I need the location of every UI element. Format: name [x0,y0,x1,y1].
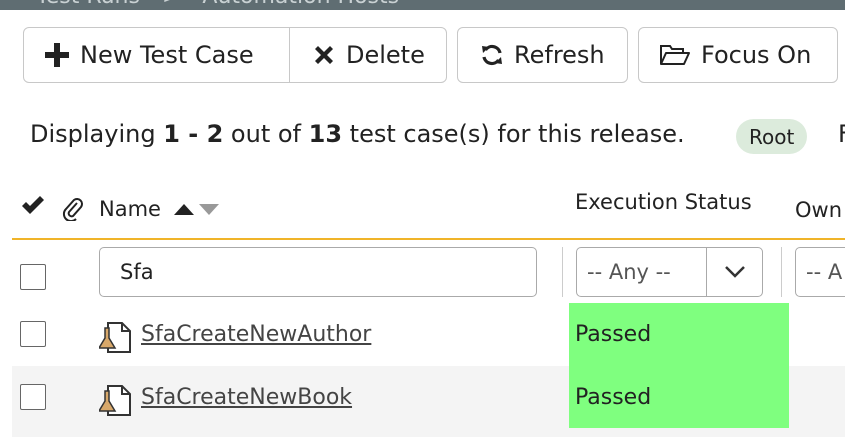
refresh-icon [480,43,504,67]
column-divider [781,247,782,297]
new-test-case-button[interactable]: New Test Case [24,28,289,82]
name-filter-input[interactable]: Sfa [99,247,537,297]
sort-arrows-icon[interactable] [172,198,222,222]
folder-badge[interactable]: Root [736,119,808,154]
test-case-link[interactable]: SfaCreateNewBook [141,385,352,410]
new-test-case-label: New Test Case [80,41,254,69]
test-case-icon [97,320,133,354]
column-header-name-label: Name [99,197,161,221]
delete-button[interactable]: Delete [289,28,446,82]
plus-icon [44,42,70,68]
test-case-link[interactable]: SfaCreateNewAuthor [141,322,371,347]
summary-prefix: Displaying [30,120,164,148]
breadcrumb-separator: > [162,0,180,9]
close-icon [312,43,336,67]
breadcrumb-parent[interactable]: Test Runs [36,0,140,9]
summary-suffix: test case(s) for this release. [342,120,685,148]
execution-status-filter-value: -- Any -- [587,260,671,284]
folder-open-icon [659,43,691,67]
execution-status-cell: Passed [569,366,789,428]
toolbar-group-edit: New Test Case Delete [23,27,447,83]
summary-total: 13 [308,120,343,148]
column-header-owner[interactable]: Own [795,198,842,222]
column-divider [562,247,563,297]
row-checkbox[interactable] [20,321,46,347]
column-header-name[interactable]: Name [99,197,222,222]
results-summary: Displaying 1 - 2 out of 13 test case(s) … [30,120,685,148]
attachment-icon [62,195,84,226]
header-divider [12,238,845,240]
filter-row-checkbox[interactable] [20,264,46,290]
test-case-icon [97,383,133,417]
focus-on-label: Focus On [701,41,812,69]
summary-trailing-text: F [838,120,845,148]
row-checkbox[interactable] [20,384,46,410]
refresh-label: Refresh [514,41,605,69]
owner-filter-select[interactable]: -- A [795,247,845,297]
summary-range: 1 - 2 [163,120,224,148]
summary-middle: out of [223,120,309,148]
breadcrumb: Test Runs > Automation Hosts [0,0,845,10]
select-all-checkmark-icon[interactable] [20,195,46,222]
delete-label: Delete [346,41,425,69]
execution-status-filter-select[interactable]: -- Any -- [576,247,763,297]
focus-on-button[interactable]: Focus On [638,27,838,83]
chevron-down-icon[interactable] [706,248,762,296]
execution-status-cell: Passed [569,303,789,366]
breadcrumb-current: Automation Hosts [202,0,399,9]
refresh-button[interactable]: Refresh [457,27,628,83]
column-header-execution-status[interactable]: Execution Status [575,190,752,214]
